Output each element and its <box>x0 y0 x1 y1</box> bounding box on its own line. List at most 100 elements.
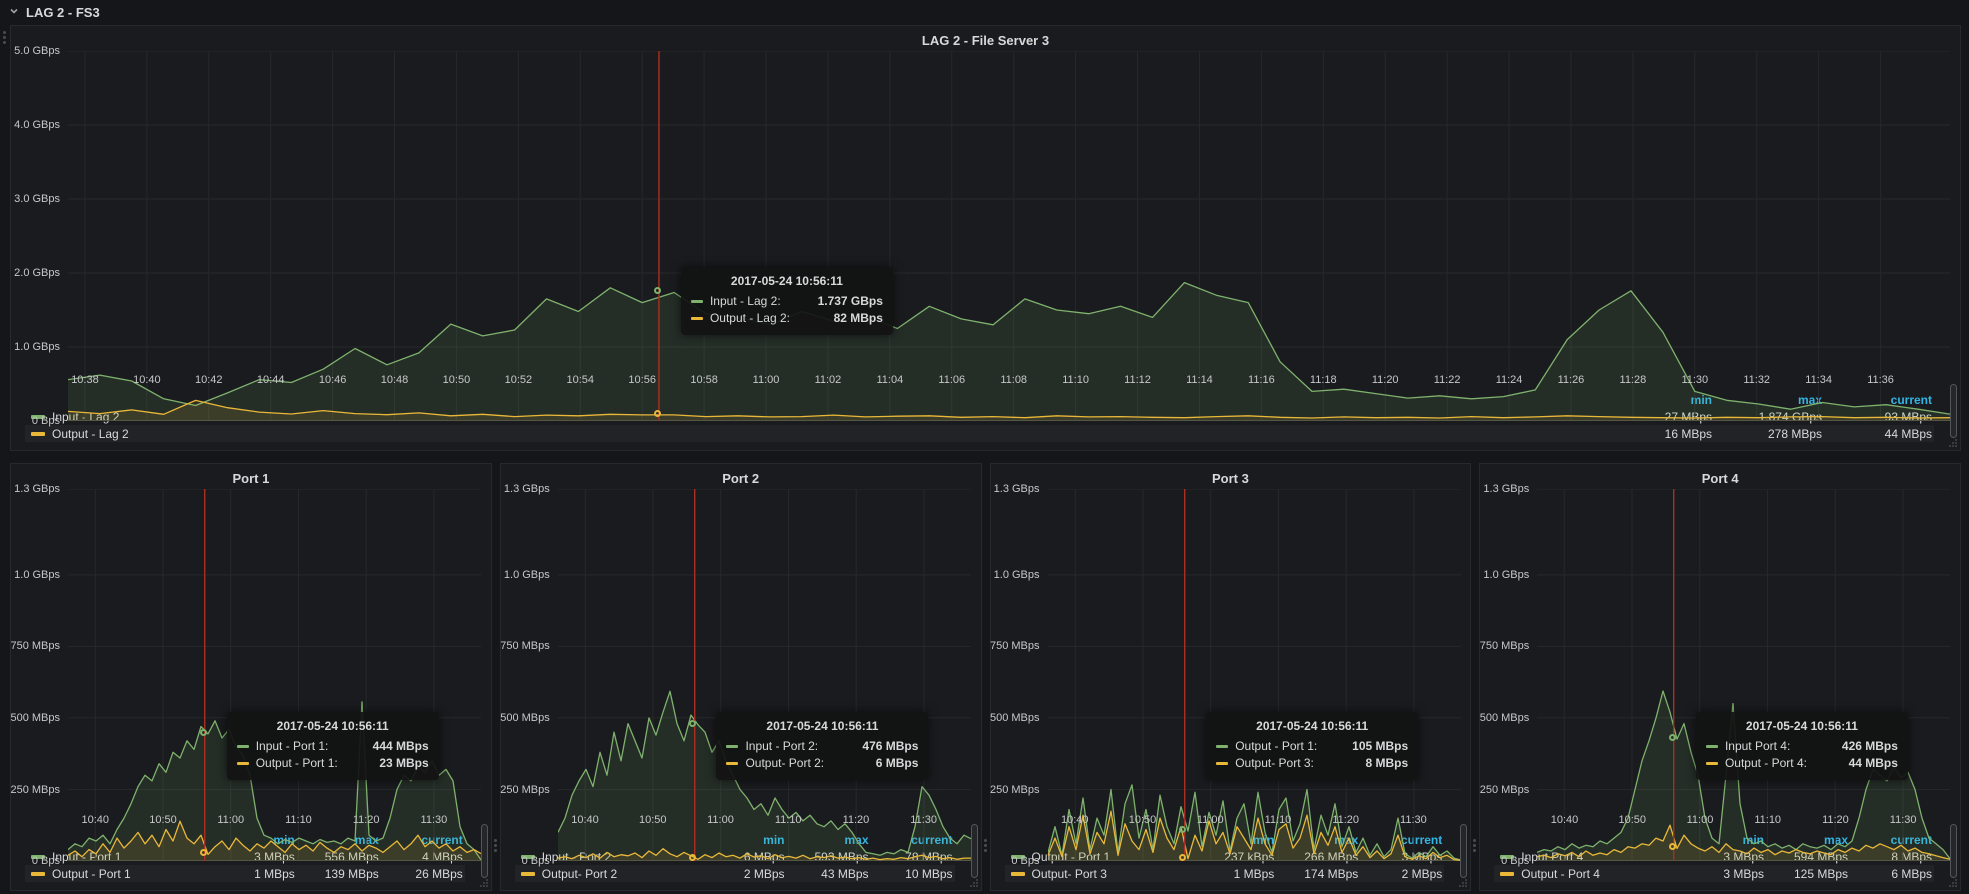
panel-title[interactable]: Port 3 <box>991 464 1471 489</box>
x-axis-label: 11:06 <box>932 374 972 386</box>
tooltip-series-row: Output - Port 4:44 MBps <box>1706 755 1898 772</box>
x-axis-label: 11:10 <box>1056 374 1096 386</box>
legend-min-value: 3 MBps <box>1680 867 1764 881</box>
series-color-dash-icon <box>521 872 535 876</box>
legend-scrollbar[interactable] <box>971 824 978 878</box>
x-axis-label: 11:16 <box>1241 374 1281 386</box>
x-axis-label: 11:30 <box>1883 814 1923 826</box>
resize-grip-icon[interactable] <box>968 877 980 889</box>
legend-min-value: 1 MBps <box>1190 867 1274 881</box>
y-axis-label: 500 MBps <box>990 712 1040 724</box>
tooltip-timestamp: 2017-05-24 10:56:11 <box>237 719 429 733</box>
legend-series-name[interactable]: Output - Lag 2 <box>31 427 1602 441</box>
panel-drag-handle-icon[interactable] <box>1473 839 1476 852</box>
tooltip-series-label: Output- Port 2: <box>745 755 824 772</box>
plot-area[interactable]: 2017-05-24 10:56:11Input Port 4:426 MBps… <box>1537 489 1950 810</box>
resize-grip-icon[interactable] <box>1457 877 1469 889</box>
tooltip-series-label: Input - Lag 2: <box>710 293 781 310</box>
panel-port-2: Port 2 1.3 GBps1.0 GBps750 MBps500 MBps2… <box>500 463 982 891</box>
panel-drag-handle-icon[interactable] <box>984 839 987 852</box>
x-axis-label: 10:40 <box>1545 814 1585 826</box>
legend-scrollbar[interactable] <box>1460 824 1467 878</box>
legend-scrollbar[interactable] <box>1950 824 1957 878</box>
legend-min-value: 1 MBps <box>211 867 295 881</box>
y-axis-label: 0 Bps <box>1011 855 1039 867</box>
panel-title[interactable]: Port 2 <box>501 464 981 489</box>
x-axis-label: 10:42 <box>189 374 229 386</box>
x-axis-label: 11:30 <box>414 814 454 826</box>
series-color-dash-icon <box>237 762 249 765</box>
x-axis-label: 11:26 <box>1551 374 1591 386</box>
x-axis: 10:3810:4010:4210:4410:4610:4810:5010:52… <box>68 370 1950 390</box>
y-axis-label: 750 MBps <box>990 640 1040 652</box>
plot-area[interactable]: 2017-05-24 10:56:11Input - Port 2:476 MB… <box>558 489 971 810</box>
series-color-dash-icon <box>691 317 703 320</box>
x-axis-label: 11:10 <box>768 814 808 826</box>
legend-max-value: 43 MBps <box>785 867 869 881</box>
x-axis-label: 11:10 <box>278 814 318 826</box>
resize-grip-icon[interactable] <box>478 877 490 889</box>
legend-scrollbar[interactable] <box>481 824 488 878</box>
panel-lag2-fileserver3: LAG 2 - File Server 3 5.0 GBps4.0 GBps3.… <box>10 25 1961 451</box>
tooltip-series-value: 105 MBps <box>1334 738 1408 755</box>
x-axis-label: 11:00 <box>1680 814 1720 826</box>
y-axis-label: 1.3 GBps <box>14 483 60 495</box>
plot-area[interactable]: 2017-05-24 10:56:11Input - Port 1:444 MB… <box>68 489 481 810</box>
legend-series-name[interactable]: Output- Port 2 <box>521 867 701 881</box>
tooltip-series-value: 82 MBps <box>816 310 883 327</box>
legend-series-name[interactable]: Output - Port 1 <box>31 867 211 881</box>
tooltip-series-row: Output- Port 3:8 MBps <box>1216 755 1408 772</box>
x-axis-label: 11:04 <box>870 374 910 386</box>
tooltip: 2017-05-24 10:56:11Output - Port 1:105 M… <box>1206 712 1418 780</box>
tooltip: 2017-05-24 10:56:11Input - Port 1:444 MB… <box>227 712 439 780</box>
y-axis-label: 250 MBps <box>10 784 60 796</box>
y-axis-label: 500 MBps <box>10 712 60 724</box>
x-axis-label: 10:50 <box>1122 814 1162 826</box>
tooltip-series-value: 444 MBps <box>355 738 429 755</box>
plot-area[interactable]: 2017-05-24 10:56:11 Input - Lag 2:1.737 G… <box>68 51 1950 370</box>
y-axis-label: 0 Bps <box>1501 855 1529 867</box>
legend-series-label: Output - Port 1 <box>52 867 131 881</box>
panel-port-4: Port 4 1.3 GBps1.0 GBps750 MBps500 MBps2… <box>1479 463 1961 891</box>
x-axis: 10:4010:5011:0011:1011:2011:30 <box>68 810 481 830</box>
panel-title[interactable]: Port 4 <box>1480 464 1960 489</box>
series-color-dash-icon <box>1216 762 1228 765</box>
panel-drag-handle-icon[interactable] <box>494 839 497 852</box>
x-axis-label: 10:52 <box>498 374 538 386</box>
legend-series-name[interactable]: Output - Port 4 <box>1500 867 1680 881</box>
x-axis-label: 11:00 <box>746 374 786 386</box>
tooltip-timestamp: 2017-05-24 10:56:11 <box>1216 719 1408 733</box>
y-axis-label: 5.0 GBps <box>14 45 60 57</box>
resize-grip-icon[interactable] <box>1947 437 1959 449</box>
tooltip-series-value: 23 MBps <box>361 755 428 772</box>
legend-current-value: 2 MBps <box>1358 867 1442 881</box>
legend-scrollbar[interactable] <box>1950 384 1957 438</box>
tooltip-timestamp: 2017-05-24 10:56:11 <box>1706 719 1898 733</box>
x-axis-label: 10:44 <box>251 374 291 386</box>
tooltip-series-label: Input - Port 2: <box>745 738 818 755</box>
x-axis-label: 11:12 <box>1118 374 1158 386</box>
tooltip-series-row: Input - Lag 2:1.737 GBps <box>691 293 883 310</box>
legend-min-value: 2 MBps <box>701 867 785 881</box>
y-axis-label: 0 Bps <box>32 415 60 427</box>
legend-max-value: 174 MBps <box>1274 867 1358 881</box>
series-color-dash-icon <box>691 300 703 303</box>
tooltip-timestamp: 2017-05-24 10:56:11 <box>691 274 883 288</box>
plot-area[interactable]: 2017-05-24 10:56:11Output - Port 1:105 M… <box>1048 489 1461 810</box>
chart-svg <box>68 51 1950 421</box>
panel-title[interactable]: Port 1 <box>11 464 491 489</box>
tooltip: 2017-05-24 10:56:11Input Port 4:426 MBps… <box>1696 712 1908 780</box>
y-axis-label: 250 MBps <box>1480 784 1530 796</box>
x-axis-label: 10:56 <box>622 374 662 386</box>
row-title[interactable]: LAG 2 - FS3 <box>26 5 100 20</box>
y-axis-label: 0 Bps <box>32 855 60 867</box>
panel-drag-handle-icon[interactable] <box>3 31 6 44</box>
chevron-down-icon[interactable] <box>9 6 19 16</box>
dashboard-row-header[interactable]: LAG 2 - FS3 <box>0 0 1969 24</box>
y-axis-label: 1.3 GBps <box>1483 483 1529 495</box>
legend-series-name[interactable]: Output- Port 3 <box>1011 867 1191 881</box>
resize-grip-icon[interactable] <box>1947 877 1959 889</box>
panel-title[interactable]: LAG 2 - File Server 3 <box>11 26 1960 51</box>
x-axis-label: 11:20 <box>836 814 876 826</box>
panel-port-3: Port 3 1.3 GBps1.0 GBps750 MBps500 MBps2… <box>990 463 1472 891</box>
